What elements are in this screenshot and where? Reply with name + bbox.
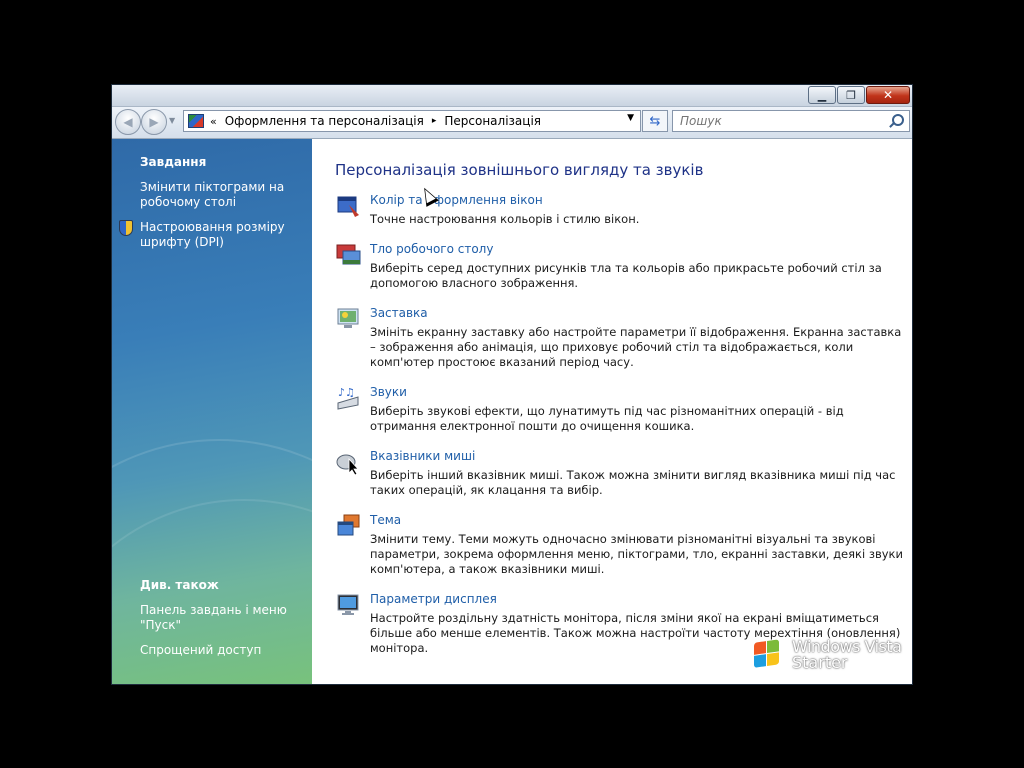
refresh-icon: ⇆ <box>649 113 661 129</box>
recent-pages-dropdown[interactable]: ▼ <box>169 116 175 125</box>
watermark-edition: Starter <box>792 653 848 672</box>
screensaver-link[interactable]: Заставка <box>370 306 428 320</box>
restore-icon: ❐ <box>846 88 856 102</box>
mouse-pointers-description: Виберіть інший вказівник миші. Також мож… <box>370 468 896 497</box>
screensaver-icon <box>337 308 359 328</box>
back-arrow-icon: ◀ <box>123 115 133 129</box>
address-bar[interactable]: « Оформлення та персоналізація ▸ Персона… <box>183 110 641 132</box>
close-icon: ✕ <box>882 88 894 102</box>
forward-arrow-icon: ▶ <box>149 115 159 129</box>
search-box[interactable] <box>672 110 910 132</box>
desktop-background-description: Виберіть серед доступних рисунків тла та… <box>370 261 882 290</box>
task-adjust-font-size[interactable]: Настроювання розміру шрифту (DPI) <box>140 220 300 250</box>
control-panel-icon <box>188 114 204 128</box>
control-panel-window: ▁ ❐ ✕ ◀ ▶ ▼ « Оформлення та персоналізац… <box>112 85 912 684</box>
window-color-link[interactable]: Колір та оформлення вікон <box>370 193 543 207</box>
mouse-pointer-icon <box>336 454 359 475</box>
sounds-icon: ♪♫ <box>337 386 359 410</box>
desktop-background-link[interactable]: Тло робочого столу <box>370 242 493 256</box>
window-color-icon <box>337 196 359 217</box>
page-title: Персоналізація зовнішнього вигляду та зв… <box>335 161 704 179</box>
close-button[interactable]: ✕ <box>866 86 910 104</box>
caption-buttons: ▁ ❐ ✕ <box>808 86 910 104</box>
see-also-ease-of-access[interactable]: Спрощений доступ <box>140 643 300 658</box>
theme-link[interactable]: Тема <box>370 513 401 527</box>
task-change-desktop-icons[interactable]: Змінити піктограми на робочому столі <box>140 180 300 210</box>
forward-button[interactable]: ▶ <box>141 109 167 135</box>
see-also-taskbar-start[interactable]: Панель завдань і меню "Пуск" <box>140 603 300 633</box>
breadcrumb-separator[interactable]: ▸ <box>432 116 437 126</box>
screensaver-description: Змініть екранну заставку або настройте п… <box>370 325 902 369</box>
windows-vista-watermark: Windows Vista Starter <box>754 639 904 679</box>
address-dropdown-icon[interactable]: ▼ <box>627 113 634 123</box>
theme-description: Змінити тему. Теми можуть одночасно змін… <box>370 532 903 576</box>
breadcrumb-overflow[interactable]: « <box>210 115 217 128</box>
sounds-link[interactable]: Звуки <box>370 385 407 399</box>
search-input[interactable] <box>678 113 882 129</box>
display-settings-icon <box>337 594 359 615</box>
tasks-heading: Завдання <box>140 155 207 169</box>
breadcrumb-appearance[interactable]: Оформлення та персоналізація <box>225 114 424 128</box>
task-pane: Завдання Змінити піктограми на робочому … <box>112 139 312 684</box>
svg-text:♪♫: ♪♫ <box>338 386 355 399</box>
title-bar[interactable]: ▁ ❐ ✕ <box>112 85 912 107</box>
uac-shield-icon <box>119 220 133 236</box>
theme-icon <box>337 514 360 536</box>
windows-flag-icon <box>754 639 780 669</box>
mouse-pointers-link[interactable]: Вказівники миші <box>370 449 475 463</box>
minimize-icon: ▁ <box>817 88 827 102</box>
sounds-description: Виберіть звукові ефекти, що лунатимуть п… <box>370 404 844 433</box>
main-content: Персоналізація зовнішнього вигляду та зв… <box>313 139 912 684</box>
minimize-button[interactable]: ▁ <box>808 86 836 104</box>
desktop-background-icon <box>336 244 361 265</box>
refresh-button[interactable]: ⇆ <box>642 110 668 132</box>
window-color-description: Точне настроювання кольорів і стилю віко… <box>370 212 640 226</box>
back-button[interactable]: ◀ <box>115 109 141 135</box>
display-settings-link[interactable]: Параметри дисплея <box>370 592 497 606</box>
see-also-heading: Див. також <box>140 578 219 592</box>
restore-button[interactable]: ❐ <box>837 86 865 104</box>
navigation-bar: ◀ ▶ ▼ « Оформлення та персоналізація ▸ П… <box>112 107 912 139</box>
breadcrumb-personalization[interactable]: Персоналізація <box>444 114 541 128</box>
search-icon[interactable] <box>892 114 904 126</box>
